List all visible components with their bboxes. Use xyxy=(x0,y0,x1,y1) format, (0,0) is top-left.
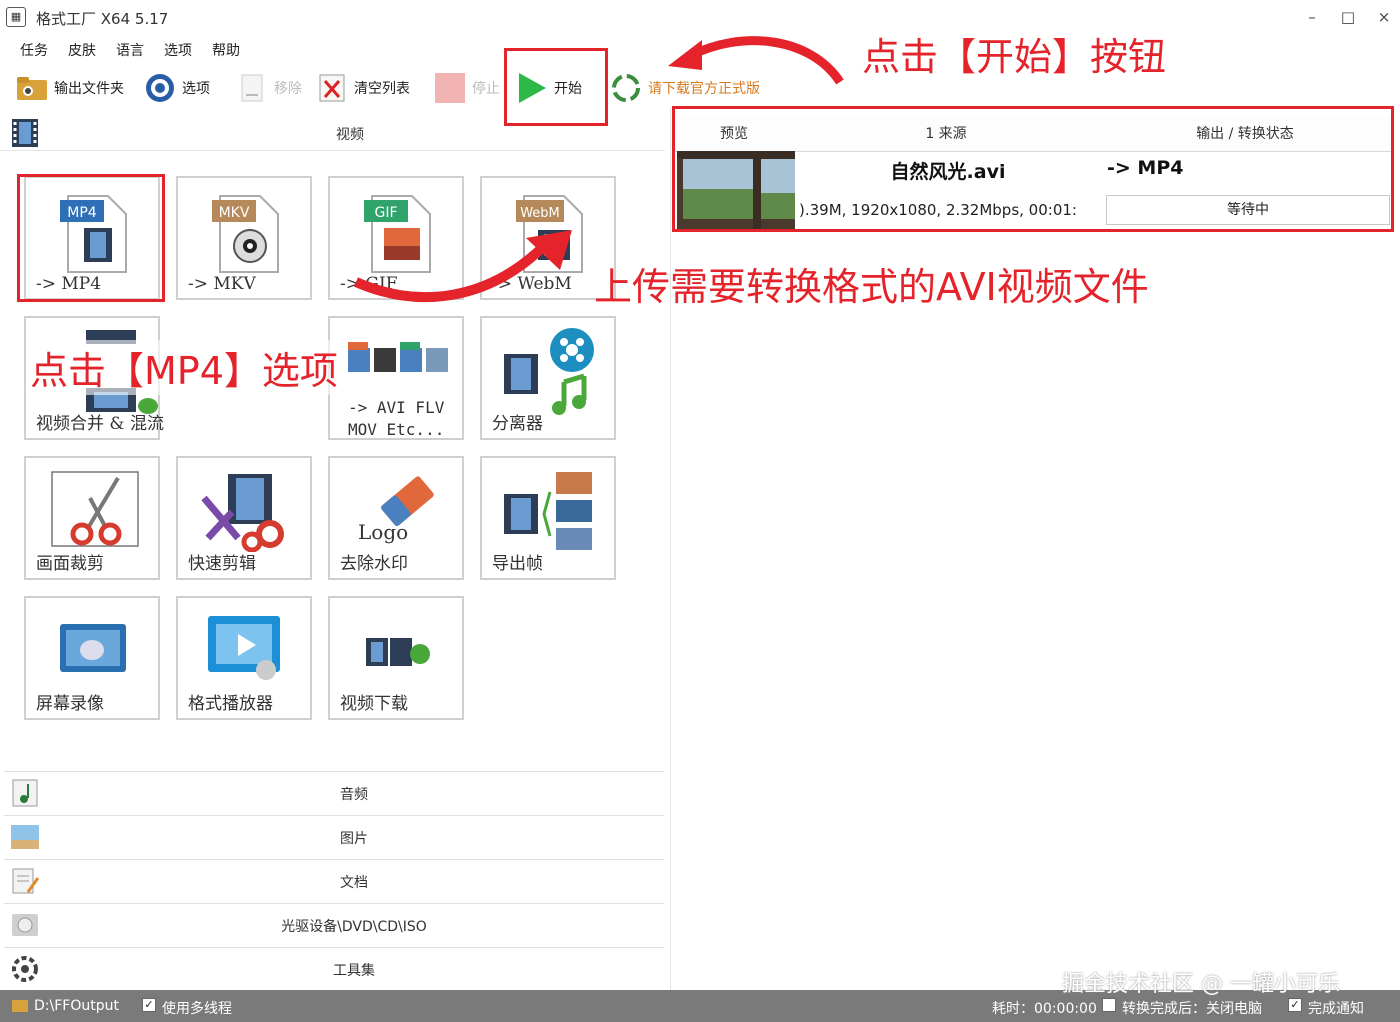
highlight-start-button xyxy=(504,48,608,126)
window-title: 格式工厂 X64 5.17 xyxy=(36,10,169,28)
video-download-icon xyxy=(366,638,430,666)
output-folder-button[interactable]: 输出文件夹 xyxy=(16,68,124,108)
output-folder-label: 输出文件夹 xyxy=(54,81,124,97)
tile-screen-record[interactable]: 屏幕录像 xyxy=(24,596,160,720)
notify-label: 完成通知 xyxy=(1308,1001,1364,1017)
annotation-click-mp4: 点击【MP4】选项 xyxy=(30,340,338,395)
category-image[interactable]: 图片 xyxy=(4,815,664,859)
output-format: -> MP4 xyxy=(1107,157,1184,179)
tile-splitter[interactable]: 分离器 xyxy=(480,316,616,440)
remove-button[interactable]: 移除 xyxy=(236,68,302,108)
tile-label: 导出帧 xyxy=(492,554,543,574)
tile-label: 视频合并 & 混流 xyxy=(36,414,164,434)
clear-list-label: 清空列表 xyxy=(354,81,410,97)
tile-label: 分离器 xyxy=(492,414,543,434)
annotation-upload-avi: 上传需要转换格式的AVI视频文件 xyxy=(594,265,1149,309)
after-convert-checkbox[interactable] xyxy=(1102,998,1116,1012)
document-icon xyxy=(236,72,268,104)
category-label: 图片 xyxy=(340,831,368,847)
app-icon: ▦ xyxy=(6,7,26,27)
category-audio[interactable]: 音频 xyxy=(4,771,664,815)
highlight-mp4-tile xyxy=(17,174,165,302)
multithread-label: 使用多线程 xyxy=(162,1001,232,1017)
stop-button[interactable]: 停止 xyxy=(434,68,500,108)
clear-list-icon xyxy=(316,72,348,104)
menu-skin[interactable]: 皮肤 xyxy=(68,40,96,60)
multithread-checkbox[interactable]: ✓ xyxy=(142,998,156,1012)
category-label: 音频 xyxy=(340,787,368,803)
video-section-title: 视频 xyxy=(336,127,364,143)
minimize-button[interactable]: – xyxy=(1300,6,1324,28)
gif-badge-text: GIF xyxy=(374,205,397,221)
maximize-button[interactable]: □ xyxy=(1336,6,1360,28)
category-label: 文档 xyxy=(340,875,368,891)
recycle-icon xyxy=(610,72,642,104)
video-thumbnail[interactable] xyxy=(677,151,795,229)
tile-label: 屏幕录像 xyxy=(36,694,104,714)
options-icon xyxy=(144,72,176,104)
clear-list-button[interactable]: 清空列表 xyxy=(316,68,410,108)
webm-badge-text: WebM xyxy=(520,206,560,221)
task-list-panel xyxy=(670,108,1399,990)
stop-label: 停止 xyxy=(472,81,500,97)
mkv-file-icon: MKV xyxy=(212,195,279,273)
annotation-click-start: 点击【开始】按钮 xyxy=(862,35,1167,79)
tile-remove-watermark[interactable]: Logo 去除水印 xyxy=(328,456,464,580)
splitter-icon xyxy=(504,328,594,415)
tile-label-line1: -> AVI FLV xyxy=(348,398,445,417)
folder-icon xyxy=(16,72,48,104)
menu-help[interactable]: 帮助 xyxy=(212,40,240,60)
stop-icon xyxy=(434,72,466,104)
tile-label-line2: MOV Etc... xyxy=(348,420,445,439)
elapsed-time: 耗时：00:00:00 xyxy=(992,1001,1097,1017)
tile-label: 画面裁剪 xyxy=(36,554,104,574)
file-task-table: 预览 1 来源 输出 / 转换状态 自然风光.avi ).39M, 1920x1… xyxy=(672,106,1394,232)
category-document[interactable]: 文档 xyxy=(4,859,664,903)
tile-video-download[interactable]: 视频下载 xyxy=(328,596,464,720)
options-label: 选项 xyxy=(182,81,210,97)
col-header-source[interactable]: 1 来源 xyxy=(793,117,1100,152)
format-thumbnails-icon xyxy=(348,342,448,372)
category-toolkit[interactable]: 工具集 xyxy=(4,947,664,991)
arrow-to-file-icon xyxy=(353,230,572,303)
tile-export-frames[interactable]: 导出帧 xyxy=(480,456,616,580)
tile-label: 视频下载 xyxy=(340,694,408,714)
tile-quick-cut[interactable]: 快速剪辑 xyxy=(176,456,312,580)
tile-crop[interactable]: 画面裁剪 xyxy=(24,456,160,580)
menu-language[interactable]: 语言 xyxy=(116,40,144,60)
mkv-badge-text: MKV xyxy=(219,205,250,221)
watermark-text: 掘金技术社区 @ 一罐小可乐 xyxy=(1062,972,1340,997)
tile-label: -> MKV xyxy=(188,274,256,294)
source-filename: 自然风光.avi xyxy=(890,161,1006,183)
remove-label: 移除 xyxy=(274,81,302,97)
source-file-info: ).39M, 1920x1080, 2.32Mbps, 00:01: xyxy=(799,201,1077,219)
menu-task[interactable]: 任务 xyxy=(20,40,48,60)
logo-text: Logo xyxy=(358,520,409,544)
scissors-crop-icon xyxy=(51,471,139,547)
category-label: 工具集 xyxy=(333,963,375,979)
tile-label: 快速剪辑 xyxy=(188,554,256,574)
screen-record-icon xyxy=(60,624,126,672)
export-frames-icon xyxy=(504,472,592,550)
arrow-to-start-icon xyxy=(668,36,844,85)
notify-checkbox[interactable]: ✓ xyxy=(1288,998,1302,1012)
tile-format-player[interactable]: 格式播放器 xyxy=(176,596,312,720)
output-folder-small-icon xyxy=(12,1000,28,1012)
close-button[interactable]: × xyxy=(1372,6,1396,28)
col-header-preview[interactable]: 预览 xyxy=(675,117,794,152)
tile-to-mkv[interactable]: MKV -> MKV xyxy=(176,176,312,300)
category-disc[interactable]: 光驱设备\DVD\CD\ISO xyxy=(4,903,664,947)
menu-options[interactable]: 选项 xyxy=(164,40,192,60)
conversion-status: 等待中 xyxy=(1106,195,1390,225)
tile-label: 格式播放器 xyxy=(188,694,273,714)
category-label: 光驱设备\DVD\CD\ISO xyxy=(281,919,427,935)
tile-to-avi-flv-mov[interactable]: -> AVI FLV MOV Etc... xyxy=(328,316,464,440)
output-path[interactable]: D:\FFOutput xyxy=(34,998,119,1014)
options-button[interactable]: 选项 xyxy=(144,68,210,108)
quick-cut-icon xyxy=(201,474,284,552)
after-convert-label: 转换完成后：关闭电脑 xyxy=(1122,1001,1262,1017)
tile-label: 去除水印 xyxy=(340,554,408,574)
col-header-output[interactable]: 输出 / 转换状态 xyxy=(1099,117,1391,152)
player-icon xyxy=(208,616,280,680)
